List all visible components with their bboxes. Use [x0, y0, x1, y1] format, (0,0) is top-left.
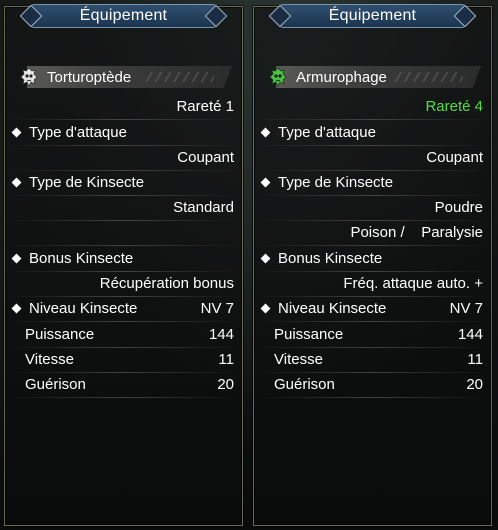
kinsect-type-extra-row: Poison / Paralysie: [254, 220, 491, 245]
bullet-diamond-icon: [260, 177, 271, 188]
bullet-diamond-icon: [260, 303, 271, 314]
speed-row: Vitesse 11: [254, 347, 491, 372]
panel-title: Équipement: [328, 7, 417, 24]
item-name: Torturoptède: [47, 68, 132, 86]
rarity-value: Rareté 1: [176, 98, 234, 115]
kinsect-type-label: Type de Kinsecte: [278, 174, 394, 191]
level-label: Niveau Kinsecte: [29, 300, 138, 317]
speed-label: Vitesse: [25, 351, 74, 368]
level-value: NV 7: [449, 300, 483, 317]
heal-value: 20: [217, 376, 234, 393]
attack-type-row: Type d'attaque: [5, 120, 242, 145]
bonus-label: Bonus Kinsecte: [29, 250, 134, 267]
kinsect-type-value: Standard: [173, 199, 234, 216]
rarity-row: Rareté 4: [254, 94, 491, 119]
bullet-diamond-icon: [260, 253, 271, 264]
kinsect-type-value-row: Standard: [5, 195, 242, 220]
heal-value: 20: [466, 376, 483, 393]
item-name: Armurophage: [296, 68, 387, 86]
kinsect-type-label: Type de Kinsecte: [29, 174, 145, 191]
level-row: Niveau Kinsecte NV 7: [254, 296, 491, 321]
speed-value: 11: [218, 351, 234, 368]
attack-type-label: Type d'attaque: [29, 124, 127, 141]
bonus-row: Bonus Kinsecte: [5, 246, 242, 271]
power-label: Puissance: [274, 326, 344, 343]
panel-title-bar: Équipement: [268, 4, 477, 28]
rarity-row: Rareté 1: [5, 94, 242, 119]
level-value: NV 7: [200, 300, 234, 317]
heal-label: Guérison: [274, 376, 335, 393]
heal-row: Guérison 20: [254, 372, 491, 397]
title-ornament-icon: [19, 4, 43, 28]
attack-type-value: Coupant: [177, 149, 234, 166]
power-value: 144: [457, 326, 483, 343]
bonus-value-row: Fréq. attaque auto. +: [254, 271, 491, 296]
title-ornament-icon: [204, 4, 228, 28]
attack-type-value: Coupant: [426, 149, 483, 166]
power-row: Puissance 144: [5, 322, 242, 347]
kinsect-type-extra: Poison / Paralysie: [350, 224, 483, 241]
white-kinsect-icon: [17, 65, 41, 89]
kinsect-type-value-row: Poudre: [254, 195, 491, 220]
bullet-diamond-icon: [11, 303, 22, 314]
heal-row: Guérison 20: [5, 372, 242, 397]
kinsect-type-value: Poudre: [434, 199, 483, 216]
attack-type-value-row: Coupant: [254, 145, 491, 170]
power-row: Puissance 144: [254, 322, 491, 347]
attack-type-row: Type d'attaque: [254, 120, 491, 145]
speed-value: 11: [467, 351, 483, 368]
item-name-row: Torturoptède: [17, 63, 232, 91]
bullet-diamond-icon: [11, 177, 22, 188]
bullet-diamond-icon: [11, 127, 22, 138]
equipment-panel-left: Équipement Torturoptède Rareté 1 Type d'…: [4, 4, 243, 526]
bullet-diamond-icon: [260, 127, 271, 138]
bonus-value: Récupération bonus: [99, 275, 234, 292]
rarity-value: Rareté 4: [425, 98, 483, 115]
green-kinsect-icon: [266, 65, 290, 89]
attack-type-label: Type d'attaque: [278, 124, 376, 141]
attack-type-value-row: Coupant: [5, 145, 242, 170]
level-row: Niveau Kinsecte NV 7: [5, 296, 242, 321]
level-label: Niveau Kinsecte: [278, 300, 387, 317]
panel-title: Équipement: [79, 7, 168, 24]
speed-row: Vitesse 11: [5, 347, 242, 372]
equipment-panel-right: Équipement Armurophage Rareté 4 Type d'a…: [253, 4, 492, 526]
speed-label: Vitesse: [274, 351, 323, 368]
power-label: Puissance: [25, 326, 95, 343]
panel-title-bar: Équipement: [19, 4, 228, 28]
bonus-label: Bonus Kinsecte: [278, 250, 383, 267]
item-name-row: Armurophage: [266, 63, 481, 91]
heal-label: Guérison: [25, 376, 86, 393]
kinsect-type-row: Type de Kinsecte: [254, 170, 491, 195]
power-value: 144: [208, 326, 234, 343]
bonus-value: Fréq. attaque auto. +: [343, 275, 483, 292]
title-ornament-icon: [453, 4, 477, 28]
kinsect-type-row: Type de Kinsecte: [5, 170, 242, 195]
bonus-value-row: Récupération bonus: [5, 271, 242, 296]
bullet-diamond-icon: [11, 253, 22, 264]
title-ornament-icon: [268, 4, 292, 28]
kinsect-type-extra-row: [5, 220, 242, 245]
bonus-row: Bonus Kinsecte: [254, 246, 491, 271]
